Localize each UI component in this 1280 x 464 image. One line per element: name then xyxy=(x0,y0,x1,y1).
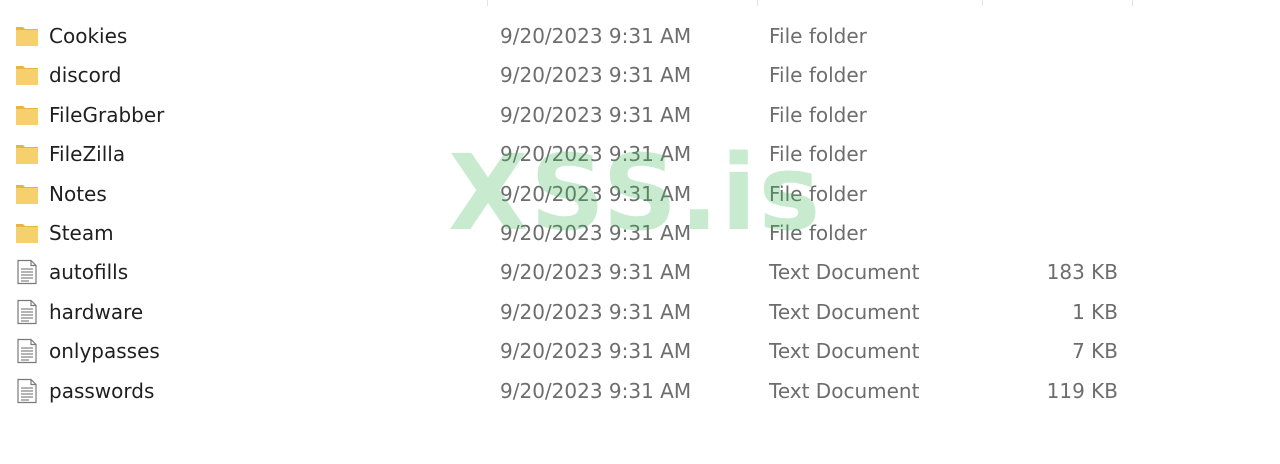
file-type: File folder xyxy=(769,24,867,48)
text-document-icon xyxy=(14,299,40,325)
file-row[interactable]: autofills 9/20/2023 9:31 AM Text Document 1… xyxy=(0,253,1140,291)
file-type: File folder xyxy=(769,103,867,127)
file-row[interactable]: onlypasses 9/20/2023 9:31 AM Text Document… xyxy=(0,332,1140,370)
file-date-modified: 9/20/2023 9:31 AM xyxy=(500,142,692,166)
file-type: Text Document xyxy=(769,260,920,284)
file-size xyxy=(990,175,1118,213)
folder-icon xyxy=(14,23,40,49)
file-date-modified: 9/20/2023 9:31 AM xyxy=(500,182,692,206)
file-date-modified: 9/20/2023 9:31 AM xyxy=(500,63,692,87)
column-divider[interactable] xyxy=(757,0,758,6)
folder-icon xyxy=(14,181,40,207)
text-document-icon xyxy=(14,259,40,285)
file-name: onlypasses xyxy=(49,339,160,363)
file-row[interactable]: discord 9/20/2023 9:31 AM File folder xyxy=(0,56,1140,94)
file-list-view: Cookies 9/20/2023 9:31 AM File folder disco… xyxy=(0,0,1280,464)
file-size: 119 KB xyxy=(1046,379,1118,403)
column-divider[interactable] xyxy=(487,0,488,6)
file-date-modified: 9/20/2023 9:31 AM xyxy=(500,300,692,324)
file-size xyxy=(990,135,1118,173)
file-name: FileZilla xyxy=(49,142,126,166)
file-row[interactable]: FileGrabber 9/20/2023 9:31 AM File folder xyxy=(0,96,1140,134)
file-size xyxy=(990,96,1118,134)
file-date-modified: 9/20/2023 9:31 AM xyxy=(500,379,692,403)
file-name: hardware xyxy=(49,300,144,324)
file-name: Notes xyxy=(49,182,107,206)
file-date-modified: 9/20/2023 9:31 AM xyxy=(500,339,692,363)
file-name: Steam xyxy=(49,221,114,245)
file-name: passwords xyxy=(49,379,155,403)
file-size: 183 KB xyxy=(1046,260,1118,284)
file-name: discord xyxy=(49,63,122,87)
file-row[interactable]: Cookies 9/20/2023 9:31 AM File folder xyxy=(0,17,1140,55)
text-document-icon xyxy=(14,378,40,404)
file-size: 1 KB xyxy=(1072,300,1118,324)
folder-icon xyxy=(14,62,40,88)
file-name: autofills xyxy=(49,260,129,284)
file-row[interactable]: Notes 9/20/2023 9:31 AM File folder xyxy=(0,175,1140,213)
file-row[interactable]: Steam 9/20/2023 9:31 AM File folder xyxy=(0,214,1140,252)
column-divider[interactable] xyxy=(982,0,983,6)
file-row[interactable]: passwords 9/20/2023 9:31 AM Text Document 1… xyxy=(0,372,1140,410)
file-type: File folder xyxy=(769,142,867,166)
file-size xyxy=(990,214,1118,252)
file-date-modified: 9/20/2023 9:31 AM xyxy=(500,221,692,245)
file-row[interactable]: hardware 9/20/2023 9:31 AM Text Document 1 … xyxy=(0,293,1140,331)
file-date-modified: 9/20/2023 9:31 AM xyxy=(500,260,692,284)
file-type: File folder xyxy=(769,182,867,206)
folder-icon xyxy=(14,220,40,246)
file-date-modified: 9/20/2023 9:31 AM xyxy=(500,24,692,48)
file-date-modified: 9/20/2023 9:31 AM xyxy=(500,103,692,127)
file-size xyxy=(990,56,1118,94)
file-type: Text Document xyxy=(769,379,920,403)
file-type: Text Document xyxy=(769,300,920,324)
folder-icon xyxy=(14,141,40,167)
text-document-icon xyxy=(14,338,40,364)
column-divider[interactable] xyxy=(1132,0,1133,6)
file-name: Cookies xyxy=(49,24,128,48)
file-size xyxy=(990,17,1118,55)
file-row[interactable]: FileZilla 9/20/2023 9:31 AM File folder xyxy=(0,135,1140,173)
file-type: File folder xyxy=(769,221,867,245)
file-type: File folder xyxy=(769,63,867,87)
file-name: FileGrabber xyxy=(49,103,165,127)
file-type: Text Document xyxy=(769,339,920,363)
folder-icon xyxy=(14,102,40,128)
file-size: 7 KB xyxy=(1072,339,1118,363)
